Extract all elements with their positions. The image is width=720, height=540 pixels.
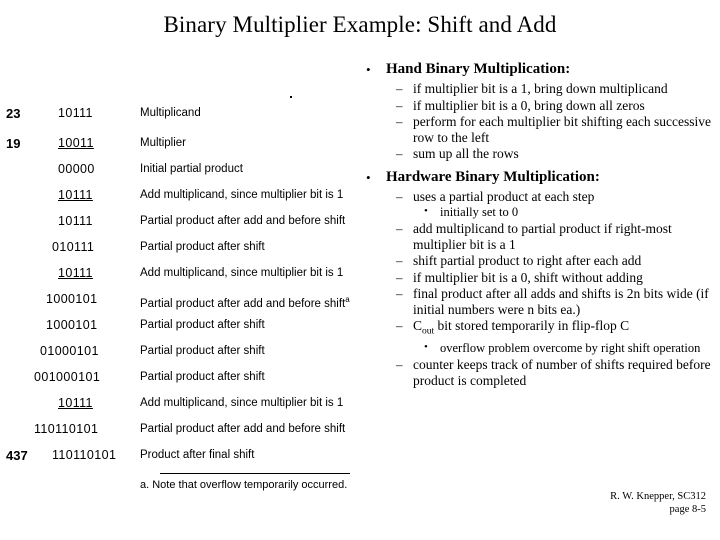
bullet-marker-icon: – (396, 269, 403, 285)
bullet-hardware-item-text: counter keeps track of number of shifts … (413, 357, 711, 388)
cout-subscript: out (422, 326, 435, 337)
row-label: Add multiplicand, since multiplier bit i… (140, 397, 344, 409)
decimal-value: 19 (6, 136, 21, 151)
bullet-hand-item: – if multiplier bit is a 0, bring down a… (358, 98, 718, 114)
bullet-hardware-item: – final product after all adds and shift… (358, 286, 718, 317)
page-title: Binary Multiplier Example: Shift and Add (163, 12, 557, 37)
binary-value: 010111 (52, 240, 95, 254)
bullet-column: • Hand Binary Multiplication: – if multi… (358, 60, 718, 388)
bullet-hand-item: – sum up all the rows (358, 146, 718, 162)
row-label: Multiplicand (140, 107, 201, 119)
bullet-hardware-item-cout: – Cout bit stored temporarily in flip-fl… (358, 318, 718, 340)
decimal-value: 23 (6, 106, 21, 121)
bullet-marker-icon: – (396, 253, 403, 268)
binary-value: 10111 (58, 396, 93, 410)
bullet-marker-icon: – (396, 357, 403, 373)
bullet-marker-icon: – (396, 188, 403, 204)
binary-value: 00000 (58, 162, 95, 176)
binary-value: 01000101 (40, 344, 99, 358)
bullet-hand-item-text: perform for each multiplier bit shifting… (413, 114, 712, 145)
binary-value: 10111 (58, 188, 93, 202)
bullet-hardware-subitem-text: overflow problem overcome by right shift… (440, 341, 701, 356)
bullet-hand-item: – perform for each multiplier bit shifti… (358, 114, 718, 145)
bullet-hardware-item: – add multiplicand to partial product if… (358, 221, 718, 252)
footer-attribution: R. W. Knepper, SC312 page 8-5 (610, 490, 706, 516)
bullet-marker-icon: • (366, 169, 371, 185)
bullet-hardware-item-text: add multiplicand to partial product if r… (413, 221, 672, 252)
bullet-marker-icon: • (366, 62, 371, 77)
bullet-hardware-item-text: uses a partial product at each step (413, 188, 595, 204)
bullet-hardware-heading: • Hardware Binary Multiplication: (358, 168, 718, 187)
row-label: Partial product after shift (140, 319, 265, 331)
bullet-hardware-item: – counter keeps track of number of shift… (358, 357, 718, 388)
binary-value: 10011 (58, 136, 94, 150)
bullet-hardware-item: – uses a partial product at each step (358, 189, 718, 205)
bullet-marker-icon: – (396, 146, 403, 161)
bullet-hardware-item-text: if multiplier bit is a 0, shift without … (413, 269, 643, 285)
bullet-hardware-item: – shift partial product to right after e… (358, 253, 718, 269)
row-label: Partial product after add and before shi… (140, 215, 346, 227)
row-label: Multiplier (140, 137, 187, 149)
row-label: Initial partial product (140, 163, 243, 175)
cout-suffix: bit stored temporarily in flip-flop C (434, 318, 630, 333)
bullet-marker-icon: • (424, 205, 428, 217)
bullet-marker-icon: – (396, 81, 403, 96)
cout-prefix: C (413, 318, 423, 333)
row-label: Add multiplicand, since multiplier bit i… (140, 267, 344, 279)
binary-value: 110110101 (52, 448, 117, 462)
figure-divider (160, 473, 350, 474)
row-label: Partial product after shift (140, 345, 265, 357)
bullet-hardware-subitem-text: initially set to 0 (440, 205, 519, 219)
bullet-hand-item-text: sum up all the rows (413, 146, 519, 161)
footer-line-1: R. W. Knepper, SC312 (610, 491, 706, 502)
multiplication-figure: 23 10111 Multiplicand 19 10011 Multiplie… (0, 95, 370, 491)
bullet-hardware-item-text: shift partial product to right after eac… (413, 253, 642, 268)
bullet-hand-item-text: if multiplier bit is a 1, bring down mul… (413, 81, 668, 96)
bullet-hand-item-text: if multiplier bit is a 0, bring down all… (413, 97, 645, 113)
bullet-hardware-item: – if multiplier bit is a 0, shift withou… (358, 270, 718, 286)
bullet-marker-icon: – (396, 318, 403, 333)
binary-value: 10111 (58, 106, 93, 120)
row-label-superscript: a (345, 295, 350, 304)
bullet-hand-item: – if multiplier bit is a 1, bring down m… (358, 81, 718, 97)
bullet-hand-heading-text: Hand Binary Multiplication: (386, 61, 571, 77)
bullet-hand-heading: • Hand Binary Multiplication: (358, 60, 718, 79)
bullet-hardware-subitem: • overflow problem overcome by right shi… (358, 341, 718, 356)
bullet-marker-icon: – (396, 114, 403, 129)
bullet-marker-icon: • (424, 341, 428, 354)
binary-value: 10111 (58, 266, 93, 280)
decimal-value: 437 (6, 448, 28, 463)
row-label: Partial product after add and before shi… (140, 291, 350, 313)
bullet-hardware-heading-text: Hardware Binary Multiplication: (386, 168, 600, 185)
binary-value: 1000101 (46, 318, 98, 332)
row-label-text: Partial product after add and before shi… (140, 297, 346, 310)
binary-value: 10111 (58, 214, 93, 228)
row-label: Product after final shift (140, 449, 255, 461)
row-label: Partial product after add and before shi… (140, 423, 346, 435)
binary-value: 1000101 (46, 292, 98, 306)
row-label: Partial product after shift (140, 241, 265, 253)
figure-dot (290, 96, 292, 98)
bullet-marker-icon: – (396, 221, 403, 236)
binary-value: 110110101 (34, 422, 99, 436)
figure-note: a. Note that overflow temporarily occurr… (140, 479, 348, 491)
bullet-marker-icon: – (396, 286, 403, 301)
binary-value: 001000101 (34, 370, 101, 384)
row-label: Add multiplicand, since multiplier bit i… (140, 189, 344, 201)
slide: Binary Multiplier Example: Shift and Add… (0, 0, 720, 540)
bullet-marker-icon: – (396, 97, 403, 113)
footer-line-2: page 8-5 (669, 504, 706, 515)
bullet-hardware-subitem: • initially set to 0 (358, 205, 718, 220)
bullet-hardware-item-text: final product after all adds and shifts … (413, 286, 709, 317)
row-label: Partial product after shift (140, 371, 265, 383)
